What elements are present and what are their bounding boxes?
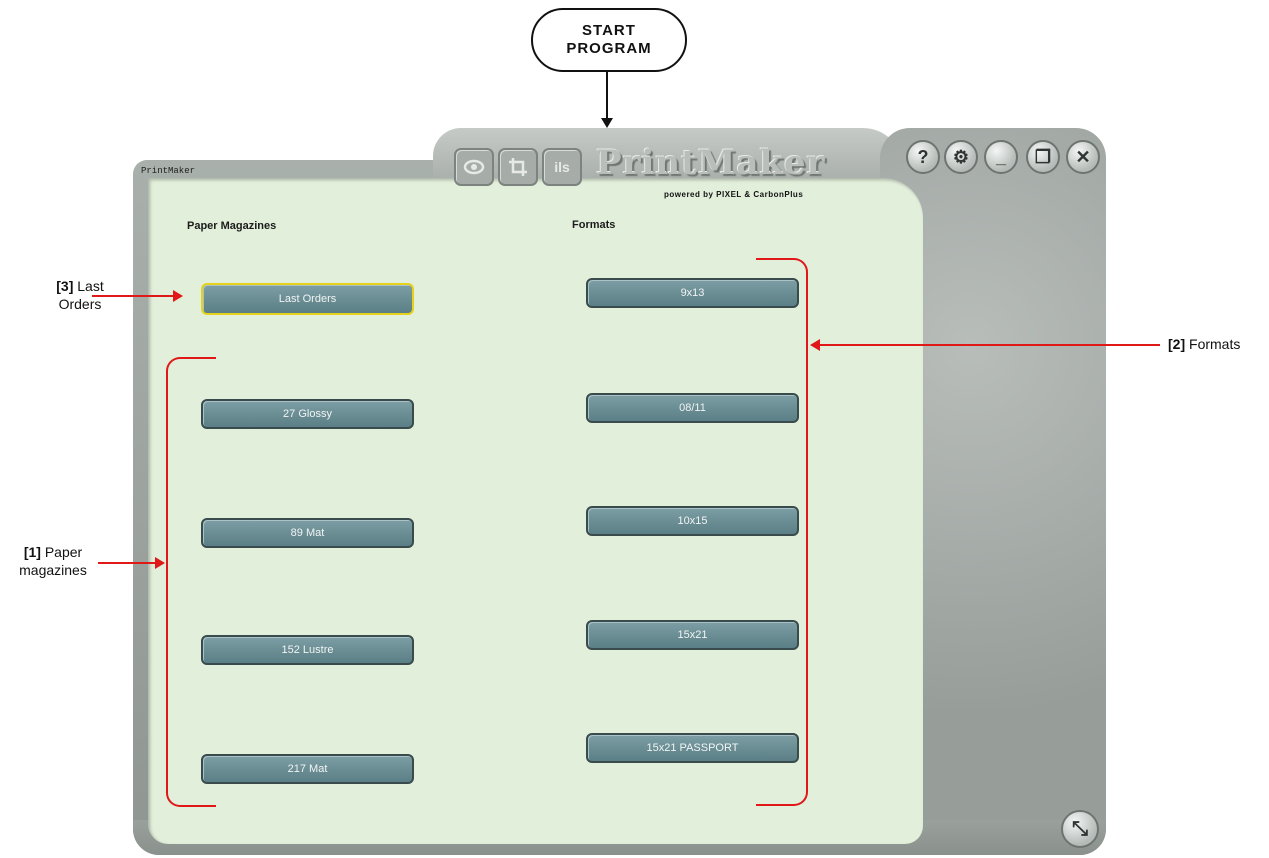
close-icon: ✕	[1075, 146, 1091, 167]
ils-icon: ils	[542, 148, 582, 186]
window-title: PrintMaker	[141, 166, 196, 176]
settings-button[interactable]: ⚙	[944, 140, 978, 174]
last-orders-arrow-line	[92, 295, 174, 297]
annotation-paper-magazines: [1] Paper magazines	[8, 543, 98, 579]
start-label-line2: PROGRAM	[566, 40, 652, 57]
maximize-icon: ❐	[1034, 146, 1052, 167]
annotation-last-orders-line2: Orders	[58, 296, 102, 312]
formats-bracket	[756, 258, 808, 806]
app-logo-subtitle: powered by PIXEL & CarbonPlus	[664, 190, 804, 199]
annotation-formats-label: Formats	[1189, 336, 1241, 352]
annotation-formats: [2] Formats	[1168, 335, 1240, 353]
maximize-button[interactable]: ❐	[1026, 140, 1060, 174]
paper-magazines-heading: Paper Magazines	[187, 220, 277, 232]
annotation-last-orders-number: [3]	[56, 278, 74, 294]
start-arrow-line	[606, 70, 608, 120]
paper-magazine-button[interactable]: 217 Mat	[201, 754, 414, 784]
help-icon: ?	[917, 146, 929, 167]
resize-button[interactable]: ⤡	[1061, 810, 1099, 848]
start-program-bubble: START PROGRAM	[531, 8, 687, 72]
crop-icon	[498, 148, 538, 186]
start-arrow-head	[601, 118, 613, 128]
ils-icon-text: ils	[554, 159, 570, 175]
start-label-line1: START	[582, 22, 636, 39]
paper-magazines-arrow-line	[98, 562, 156, 564]
eye-icon	[454, 148, 494, 186]
last-orders-arrow-head	[173, 290, 183, 302]
gear-icon: ⚙	[952, 146, 970, 167]
resize-icon: ⤡	[1072, 817, 1088, 840]
formats-arrow-line	[818, 344, 1160, 346]
app-logo-name: PrintMaker	[596, 143, 826, 183]
minimize-button[interactable]: _	[984, 140, 1018, 174]
paper-magazine-button[interactable]: 152 Lustre	[201, 635, 414, 665]
close-button[interactable]: ✕	[1066, 140, 1100, 174]
paper-magazine-button[interactable]: 89 Mat	[201, 518, 414, 548]
annotation-paper-line2: magazines	[19, 562, 87, 578]
paper-magazines-bracket	[166, 357, 216, 807]
paper-magazine-button[interactable]: 27 Glossy	[201, 399, 414, 429]
annotation-paper-number: [1]	[23, 544, 41, 560]
annotation-formats-number: [2]	[1168, 336, 1186, 352]
annotation-last-orders-line1: Last	[77, 278, 104, 294]
annotation-paper-line1: Paper	[44, 544, 83, 560]
paper-magazines-arrow-head	[155, 557, 165, 569]
logo-icons: ils	[454, 148, 582, 186]
help-button[interactable]: ?	[906, 140, 940, 174]
last-orders-button[interactable]: Last Orders	[201, 283, 414, 315]
minimize-icon: _	[995, 146, 1006, 167]
formats-heading: Formats	[572, 219, 616, 231]
